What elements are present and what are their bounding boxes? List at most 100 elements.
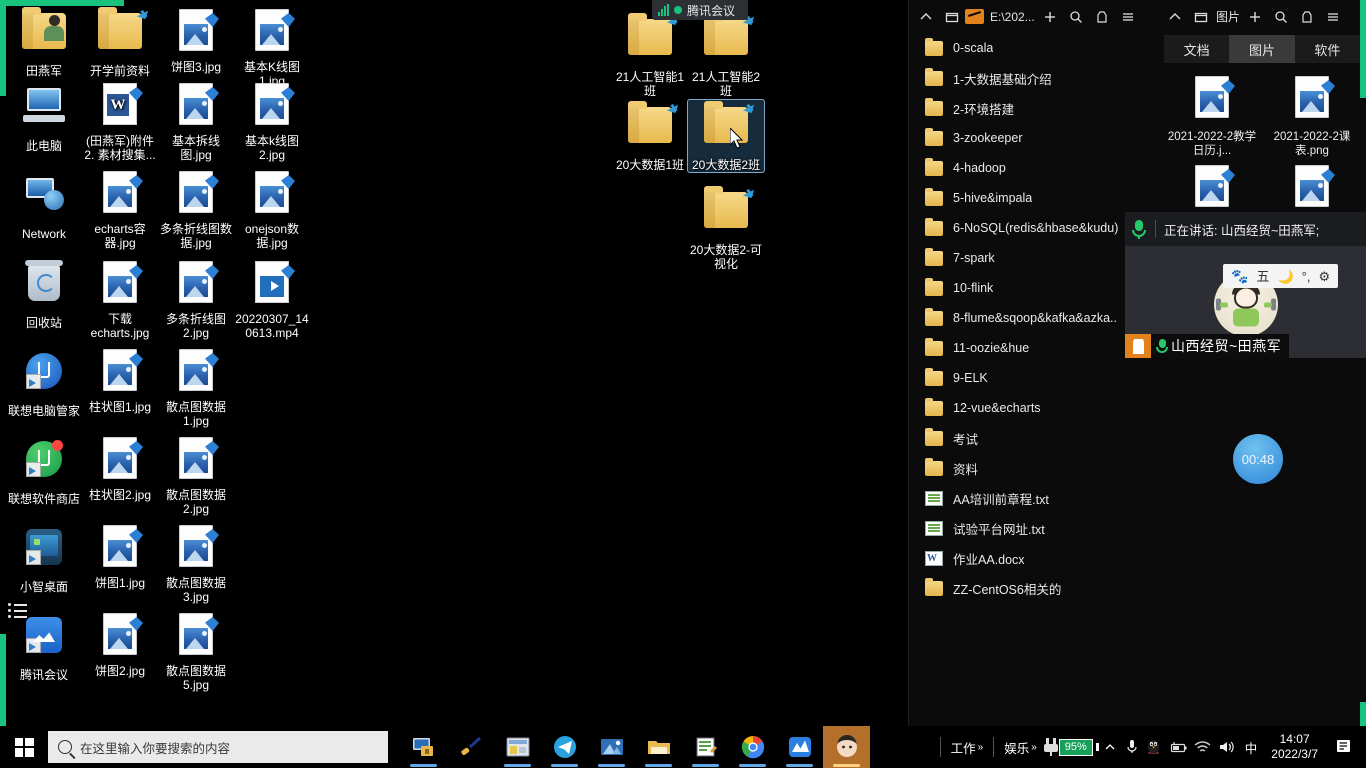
explorer-list-item[interactable]: 4-hadoop	[909, 153, 1158, 183]
desktop-icon[interactable]: 多条折线图2.jpg	[158, 258, 234, 340]
explorer-list-item[interactable]: 2-环境搭建	[909, 93, 1158, 123]
taskbar-app-notepad-editor[interactable]	[682, 726, 729, 768]
desktop-icon[interactable]: 柱状图1.jpg	[82, 346, 158, 414]
desktop-icon[interactable]: 联想电脑管家	[6, 346, 82, 418]
gallery-thumbnail[interactable]: 2021-2022-2课表.png	[1264, 73, 1360, 158]
taskbar-app-remote-desktop[interactable]	[400, 726, 447, 768]
battery-icon[interactable]	[1165, 734, 1191, 760]
explorer-path-label[interactable]: E:\202...	[990, 10, 1035, 24]
taskbar-app-buttons[interactable]	[400, 726, 870, 768]
window-icon[interactable]	[939, 4, 965, 30]
tray-group-entertainment[interactable]: 娱乐 »	[998, 738, 1043, 757]
meeting-sharing-pill[interactable]: 腾讯会议	[652, 0, 748, 20]
comma-icon[interactable]: °,	[1302, 270, 1311, 283]
taskbar-app-tencent-meeting[interactable]	[776, 726, 823, 768]
plus-icon[interactable]	[1242, 4, 1268, 30]
cleanup-icon[interactable]	[1089, 4, 1115, 30]
moon-icon[interactable]: 🌙	[1277, 270, 1293, 283]
explorer-list-item[interactable]: AA培训前章程.txt	[909, 483, 1158, 513]
gallery-tab-bar[interactable]: 文档 图片 软件	[1164, 35, 1360, 63]
gallery-toolbar[interactable]: 图片	[1158, 0, 1366, 33]
qq-penguin-icon[interactable]	[1143, 734, 1165, 760]
ime-indicator[interactable]: 中	[1239, 738, 1264, 757]
taskbar-app-telegram[interactable]	[541, 726, 588, 768]
clock[interactable]: 14:07 2022/3/7	[1263, 732, 1326, 762]
desktop-icon[interactable]: 饼图1.jpg	[82, 522, 158, 590]
explorer-list-item[interactable]: 试验平台网址.txt	[909, 513, 1158, 543]
desktop-icon[interactable]: 散点图数据3.jpg	[158, 522, 234, 604]
gallery-tab[interactable]: 软件	[1294, 35, 1360, 63]
desktop-folder[interactable]: 21人工智能1班	[612, 12, 688, 98]
explorer-list-item[interactable]: ZZ-CentOS6相关的	[909, 573, 1158, 603]
plus-icon[interactable]	[1037, 4, 1063, 30]
desktop-icon[interactable]: 散点图数据2.jpg	[158, 434, 234, 516]
taskbar-app-file-explorer[interactable]	[635, 726, 682, 768]
explorer-list-item[interactable]: 11-oozie&hue	[909, 333, 1158, 363]
desktop-icon[interactable]: 基本K线图1.jpg	[234, 6, 310, 88]
desktop-icon[interactable]: 饼图2.jpg	[82, 610, 158, 678]
power-plug-icon[interactable]	[1043, 738, 1059, 756]
gallery-tab[interactable]: 文档	[1164, 35, 1230, 63]
gallery-thumbnail-grid[interactable]: 2021-2022-2教学日历.j... 2021-2022-2课表.png	[1158, 63, 1366, 229]
desktop-icon[interactable]: 田燕军	[6, 6, 82, 78]
explorer-list-item[interactable]: 0-scala	[909, 33, 1158, 63]
search-input[interactable]: 在这里输入你要搜索的内容	[48, 731, 388, 763]
desktop-icon[interactable]: 联想软件商店	[6, 434, 82, 506]
tray-group-work[interactable]: 工作 »	[945, 738, 990, 757]
desktop-icon[interactable]: 柱状图2.jpg	[82, 434, 158, 502]
volume-icon[interactable]	[1215, 734, 1239, 760]
explorer-list-item[interactable]: 资料	[909, 453, 1158, 483]
taskbar-app-google-chrome[interactable]	[729, 726, 776, 768]
wifi-icon[interactable]	[1191, 734, 1215, 760]
meeting-floating-window[interactable]: 正在讲话: 山西经贸~田燕军; 🐾 五 🌙 °, ⚙ 山西经贸~田燕军	[1125, 212, 1366, 387]
desktop-icon[interactable]: echarts容器.jpg	[82, 168, 158, 250]
explorer-list-item[interactable]: 3-zookeeper	[909, 123, 1158, 153]
battery-indicator[interactable]: 95%	[1058, 738, 1099, 756]
desktop-icon[interactable]: 基本拆线图.jpg	[158, 80, 234, 162]
search-icon[interactable]	[1268, 4, 1294, 30]
explorer-list-item[interactable]: 6-NoSQL(redis&hbase&kudu)	[909, 213, 1158, 243]
chevron-up-icon[interactable]	[913, 4, 939, 30]
paw-icon[interactable]: 🐾	[1231, 269, 1248, 283]
desktop-icon[interactable]: 此电脑	[6, 80, 82, 153]
file-explorer-panel[interactable]: E:\202... 0-scala 1-大数据基础介绍 2-环境搭建 3-zookee…	[908, 0, 1158, 726]
gallery-tab[interactable]: 图片	[1229, 35, 1295, 63]
desktop-icon[interactable]: 下载echarts.jpg	[82, 258, 158, 340]
desktop-icon[interactable]: 基本k线图2.jpg	[234, 80, 310, 162]
explorer-list-item[interactable]: 5-hive&impala	[909, 183, 1158, 213]
chevron-up-icon[interactable]	[1099, 734, 1121, 760]
search-icon[interactable]	[1063, 4, 1089, 30]
explorer-list-item[interactable]: 1-大数据基础介绍	[909, 63, 1158, 93]
meeting-video-tile[interactable]: 🐾 五 🌙 °, ⚙ 山西经贸~田燕军	[1125, 246, 1366, 358]
explorer-list-item[interactable]: 12-vue&echarts	[909, 393, 1158, 423]
window-icon[interactable]	[1188, 4, 1214, 30]
hamburger-menu-icon[interactable]	[1115, 4, 1141, 30]
desktop-icon[interactable]: 散点图数据1.jpg	[158, 346, 234, 428]
microphone-icon[interactable]	[1121, 734, 1143, 760]
desktop-folder[interactable]: 21人工智能2班	[688, 12, 764, 98]
taskbar-app-security-center[interactable]	[494, 726, 541, 768]
explorer-list-item[interactable]: 作业AA.docx	[909, 543, 1158, 573]
ime-mode-label[interactable]: 五	[1256, 270, 1269, 283]
desktop-folder[interactable]: 20大数据2班	[687, 99, 765, 173]
gallery-thumbnail[interactable]	[1164, 162, 1260, 219]
hamburger-menu-icon[interactable]	[1320, 4, 1346, 30]
folder-icon[interactable]	[965, 9, 984, 24]
windows-start-icon[interactable]	[0, 726, 48, 768]
desktop-icon[interactable]: 20220307_140613.mp4	[234, 258, 310, 340]
explorer-list-item[interactable]: 8-flume&sqoop&kafka&azka..	[909, 303, 1158, 333]
desktop-icon[interactable]: 散点图数据5.jpg	[158, 610, 234, 692]
desktop-icon[interactable]: 小智桌面	[6, 522, 82, 594]
desktop-icon[interactable]: 回收站	[6, 258, 82, 330]
taskbar-app-snipping-tool[interactable]	[447, 726, 494, 768]
desktop-icon[interactable]: 多条折线图数据.jpg	[158, 168, 234, 250]
desktop-icon[interactable]: 开学前资料	[82, 6, 158, 78]
explorer-list-item[interactable]: 9-ELK	[909, 363, 1158, 393]
desktop-folder[interactable]: 20大数据1班	[612, 100, 688, 172]
taskbar-app-photos[interactable]	[588, 726, 635, 768]
desktop-icon[interactable]: W (田燕军)附件2. 素材搜集...	[82, 80, 158, 162]
explorer-list-item[interactable]: 7-spark	[909, 243, 1158, 273]
gallery-thumbnail[interactable]: 2021-2022-2教学日历.j...	[1164, 73, 1260, 158]
system-tray[interactable]: 工作 » 娱乐 » 95% 中 14:07 2022/3/7	[936, 726, 1366, 768]
cleanup-icon[interactable]	[1294, 4, 1320, 30]
